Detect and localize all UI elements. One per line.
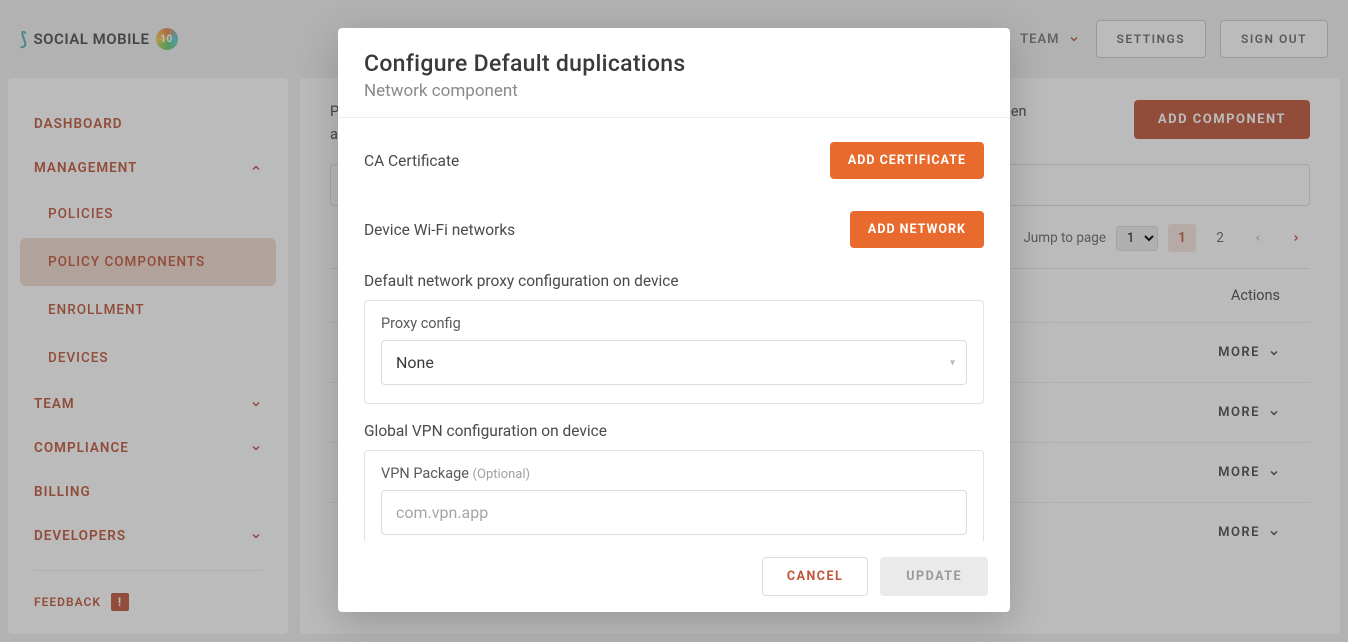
- proxy-card: Proxy config None ▾: [364, 300, 984, 404]
- proxy-section-label: Default network proxy configuration on d…: [364, 272, 984, 290]
- update-button[interactable]: UPDATE: [880, 557, 988, 596]
- configure-modal: Configure Default duplications Network c…: [338, 28, 1010, 612]
- vpn-section-label: Global VPN configuration on device: [364, 422, 984, 440]
- modal-overlay[interactable]: Configure Default duplications Network c…: [0, 0, 1348, 642]
- ca-certificate-label: CA Certificate: [364, 152, 459, 170]
- cancel-button[interactable]: CANCEL: [762, 557, 868, 596]
- modal-footer: CANCEL UPDATE: [338, 541, 1010, 612]
- modal-header: Configure Default duplications Network c…: [338, 28, 1010, 117]
- ca-certificate-row: CA Certificate ADD CERTIFICATE: [364, 126, 984, 195]
- add-certificate-button[interactable]: ADD CERTIFICATE: [830, 142, 984, 179]
- vpn-field-label: VPN Package (Optional): [381, 465, 967, 482]
- proxy-field-label: Proxy config: [381, 315, 967, 332]
- vpn-card: VPN Package (Optional): [364, 450, 984, 541]
- wifi-networks-row: Device Wi-Fi networks ADD NETWORK: [364, 195, 984, 264]
- add-network-button[interactable]: ADD NETWORK: [850, 211, 984, 248]
- vpn-package-input[interactable]: [381, 490, 967, 535]
- proxy-config-select[interactable]: None: [381, 340, 967, 385]
- wifi-label: Device Wi-Fi networks: [364, 221, 515, 239]
- modal-subtitle: Network component: [364, 81, 984, 101]
- modal-body[interactable]: CA Certificate ADD CERTIFICATE Device Wi…: [338, 117, 1010, 541]
- modal-title: Configure Default duplications: [364, 50, 984, 77]
